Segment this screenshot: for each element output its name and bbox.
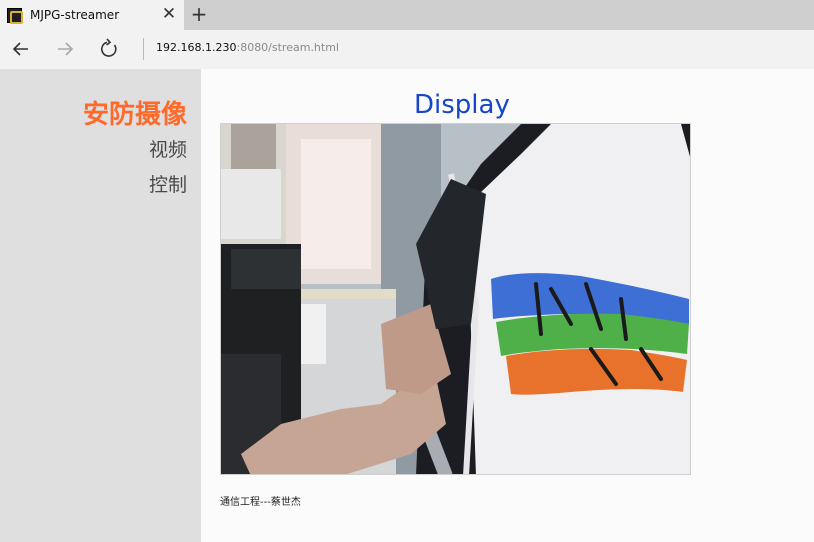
url-divider xyxy=(143,38,144,60)
forward-arrow-icon[interactable] xyxy=(52,36,78,62)
browser-tab[interactable]: MJPG-streamer ✕ xyxy=(0,0,184,30)
brand-title: 安防摄像 xyxy=(82,100,187,130)
footer-credit: 通信工程---蔡世杰 xyxy=(220,497,301,508)
address-bar[interactable]: 192.168.1.230:8080/stream.html xyxy=(156,41,339,54)
url-path: :8080/stream.html xyxy=(236,41,339,54)
plus-icon[interactable]: + xyxy=(189,4,209,24)
refresh-icon[interactable] xyxy=(96,36,122,62)
mjpg-favicon-icon xyxy=(7,8,23,24)
video-stream xyxy=(220,123,691,475)
stream-image xyxy=(221,124,690,474)
back-arrow-icon[interactable] xyxy=(8,36,34,62)
sidebar-link-video[interactable]: 视频 xyxy=(149,135,187,162)
sidebar: 安防摄像 视频 控制 xyxy=(0,69,201,542)
tab-title: MJPG-streamer xyxy=(30,8,120,22)
close-icon[interactable]: ✕ xyxy=(160,5,178,23)
navigation-bar: 192.168.1.230:8080/stream.html xyxy=(0,30,814,69)
url-host: 192.168.1.230 xyxy=(156,41,237,54)
display-heading: Display xyxy=(414,90,510,120)
sidebar-link-control[interactable]: 控制 xyxy=(149,170,187,197)
tab-strip: MJPG-streamer ✕ + xyxy=(0,0,814,30)
